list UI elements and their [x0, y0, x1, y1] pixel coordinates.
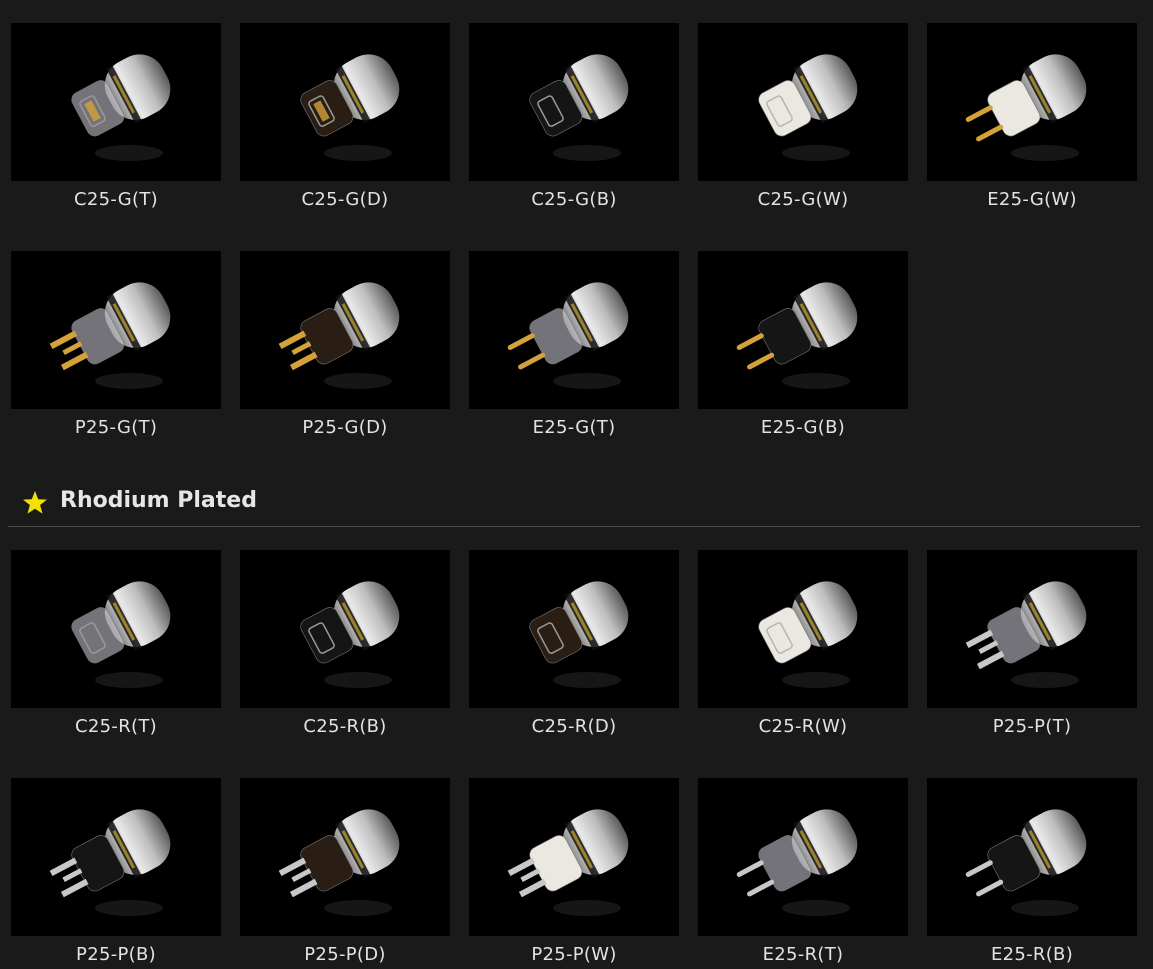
- product-image[interactable]: [11, 23, 221, 181]
- product-image[interactable]: [240, 23, 450, 181]
- product-label[interactable]: P25-P(T): [927, 716, 1137, 737]
- plug-illustration: [278, 809, 400, 916]
- product-image[interactable]: [698, 23, 908, 181]
- product-image[interactable]: [11, 550, 221, 708]
- plug-illustration: [758, 54, 858, 161]
- product-card[interactable]: P25-P(B): [11, 778, 221, 965]
- plug-illustration: [71, 581, 171, 688]
- plug-illustration: [71, 54, 171, 161]
- product-card[interactable]: P25-P(T): [927, 550, 1137, 737]
- product-image[interactable]: [698, 550, 908, 708]
- product-label[interactable]: C25-R(T): [11, 716, 221, 737]
- product-label[interactable]: C25-G(B): [469, 189, 679, 210]
- product-image[interactable]: [469, 778, 679, 936]
- product-image[interactable]: [927, 550, 1137, 708]
- plug-illustration: [529, 581, 629, 688]
- product-label[interactable]: E25-G(T): [469, 417, 679, 438]
- product-image[interactable]: [469, 550, 679, 708]
- product-card[interactable]: C25-G(T): [11, 23, 221, 210]
- section-header-rhodium: Rhodium Plated: [8, 488, 1140, 527]
- product-label[interactable]: E25-R(B): [927, 944, 1137, 965]
- product-label[interactable]: E25-G(W): [927, 189, 1137, 210]
- plug-illustration: [736, 282, 858, 389]
- product-card[interactable]: E25-G(T): [469, 251, 679, 438]
- product-card[interactable]: C25-R(T): [11, 550, 221, 737]
- plug-illustration: [507, 809, 629, 916]
- product-image[interactable]: [469, 23, 679, 181]
- product-card[interactable]: E25-G(W): [927, 23, 1137, 210]
- plug-illustration: [49, 809, 171, 916]
- product-image[interactable]: [240, 251, 450, 409]
- product-card[interactable]: C25-G(D): [240, 23, 450, 210]
- plug-illustration: [278, 282, 400, 389]
- product-image[interactable]: [927, 778, 1137, 936]
- product-image[interactable]: [698, 251, 908, 409]
- plug-illustration: [965, 809, 1087, 916]
- product-label[interactable]: C25-R(D): [469, 716, 679, 737]
- product-card[interactable]: C25-R(B): [240, 550, 450, 737]
- product-label[interactable]: P25-P(W): [469, 944, 679, 965]
- product-image[interactable]: [240, 778, 450, 936]
- product-label[interactable]: C25-R(W): [698, 716, 908, 737]
- product-card[interactable]: E25-G(B): [698, 251, 908, 438]
- product-label[interactable]: C25-G(D): [240, 189, 450, 210]
- plug-illustration: [49, 282, 171, 389]
- product-label[interactable]: P25-P(B): [11, 944, 221, 965]
- product-card[interactable]: C25-R(W): [698, 550, 908, 737]
- product-image[interactable]: [11, 251, 221, 409]
- product-card[interactable]: C25-G(B): [469, 23, 679, 210]
- product-image[interactable]: [11, 778, 221, 936]
- plug-illustration: [736, 809, 858, 916]
- product-card[interactable]: P25-G(D): [240, 251, 450, 438]
- product-image[interactable]: [469, 251, 679, 409]
- plug-illustration: [507, 282, 629, 389]
- product-image[interactable]: [698, 778, 908, 936]
- product-label[interactable]: P25-P(D): [240, 944, 450, 965]
- star-icon: [23, 491, 47, 514]
- plug-illustration: [758, 581, 858, 688]
- product-card[interactable]: P25-P(W): [469, 778, 679, 965]
- plug-illustration: [965, 54, 1087, 161]
- product-card[interactable]: P25-P(D): [240, 778, 450, 965]
- product-label[interactable]: E25-R(T): [698, 944, 908, 965]
- product-card[interactable]: E25-R(T): [698, 778, 908, 965]
- product-image[interactable]: [240, 550, 450, 708]
- product-card[interactable]: C25-R(D): [469, 550, 679, 737]
- product-label[interactable]: P25-G(T): [11, 417, 221, 438]
- product-image[interactable]: [927, 23, 1137, 181]
- product-label[interactable]: C25-G(T): [11, 189, 221, 210]
- plug-illustration: [965, 581, 1087, 688]
- product-label[interactable]: C25-G(W): [698, 189, 908, 210]
- product-label[interactable]: C25-R(B): [240, 716, 450, 737]
- plug-illustration: [529, 54, 629, 161]
- plug-illustration: [300, 54, 400, 161]
- product-card[interactable]: C25-G(W): [698, 23, 908, 210]
- plug-illustration: [300, 581, 400, 688]
- product-card[interactable]: P25-G(T): [11, 251, 221, 438]
- section-title: Rhodium Plated: [60, 488, 257, 513]
- product-label[interactable]: P25-G(D): [240, 417, 450, 438]
- product-card[interactable]: E25-R(B): [927, 778, 1137, 965]
- product-label[interactable]: E25-G(B): [698, 417, 908, 438]
